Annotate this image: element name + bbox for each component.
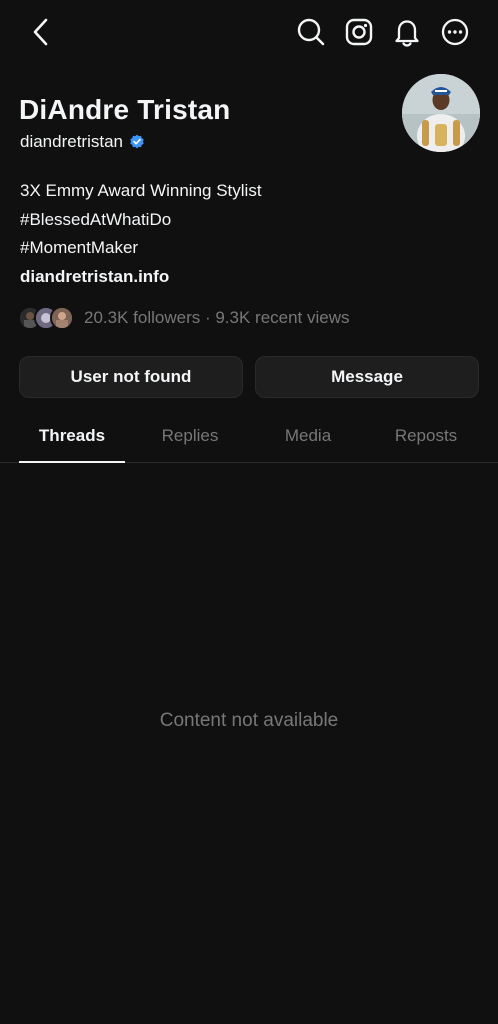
- message-button[interactable]: Message: [255, 356, 479, 398]
- followers-count: 20.3K followers · 9.3K recent views: [84, 308, 350, 327]
- tab-reposts[interactable]: Reposts: [373, 426, 479, 446]
- profile-link[interactable]: diandretristan.info: [20, 263, 262, 292]
- tab-media[interactable]: Media: [255, 426, 361, 446]
- follower-avatar: [50, 306, 74, 330]
- empty-state-message: Content not available: [159, 710, 339, 731]
- search-icon[interactable]: [294, 14, 328, 50]
- profile-bio: 3X Emmy Award Winning Stylist #BlessedAt…: [20, 177, 262, 291]
- handle-row: diandretristan: [20, 132, 145, 152]
- active-tab-indicator: [19, 461, 125, 463]
- user-not-found-button[interactable]: User not found: [19, 356, 243, 398]
- profile-name: DiAndre Tristan: [19, 94, 231, 125]
- tab-replies[interactable]: Replies: [137, 426, 243, 446]
- bio-line[interactable]: #BlessedAtWhatiDo: [20, 206, 262, 235]
- profile-handle[interactable]: diandretristan: [20, 132, 123, 152]
- more-icon[interactable]: [438, 14, 472, 50]
- bio-line: 3X Emmy Award Winning Stylist: [20, 181, 262, 200]
- verified-badge-icon: [130, 134, 144, 149]
- instagram-icon[interactable]: [342, 14, 376, 50]
- profile-page: DiAndre Tristan diandretristan 3X Emmy A…: [0, 0, 498, 1024]
- bio-line[interactable]: #MomentMaker: [20, 234, 262, 263]
- bell-icon[interactable]: [390, 14, 424, 50]
- profile-tabs: Threads Replies Media Reposts: [0, 416, 498, 463]
- profile-avatar[interactable]: [402, 74, 480, 152]
- top-bar: [0, 0, 498, 64]
- chevron-left-icon[interactable]: [24, 14, 58, 50]
- tab-threads[interactable]: Threads: [19, 426, 125, 446]
- followers-row[interactable]: 20.3K followers · 9.3K recent views: [18, 305, 350, 331]
- follower-avatars: [18, 305, 78, 331]
